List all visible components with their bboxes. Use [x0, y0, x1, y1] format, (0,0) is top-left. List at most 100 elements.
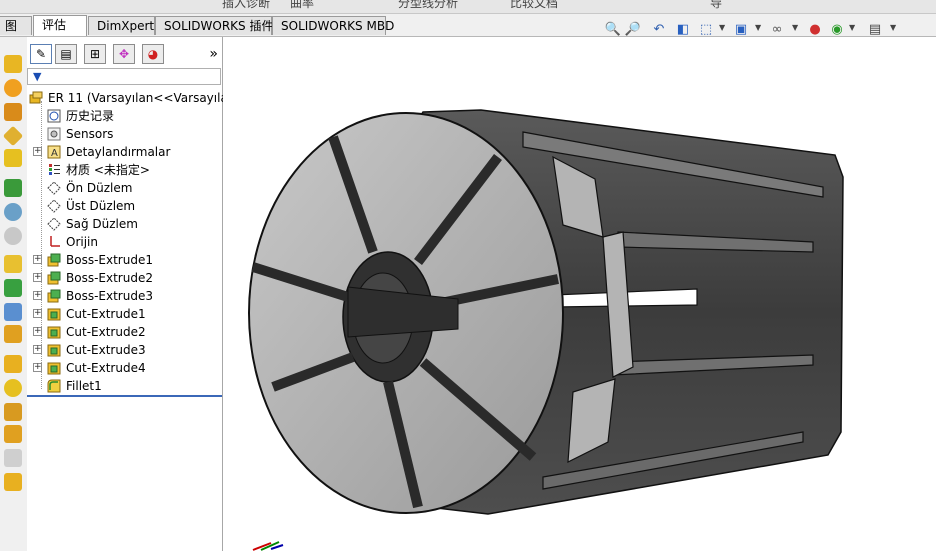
- plane-icon: [46, 198, 62, 214]
- tab-solidworks-addins[interactable]: SOLIDWORKS 插件: [155, 16, 273, 35]
- funnel-icon[interactable]: ▼: [33, 70, 41, 83]
- expand-toggle-icon[interactable]: +: [33, 255, 42, 264]
- tree-item-材质-未指定[interactable]: 材质 <未指定>: [33, 161, 222, 179]
- hide-show-dropdown-icon[interactable]: ▼: [792, 23, 798, 32]
- edit-appearance-icon[interactable]: ●: [806, 20, 824, 38]
- expand-toggle-icon[interactable]: +: [33, 345, 42, 354]
- reference-geometry-tool-icon[interactable]: [4, 425, 22, 443]
- tree-item-label: Boss-Extrude2: [66, 271, 153, 285]
- expand-toggle-icon[interactable]: +: [33, 309, 42, 318]
- previous-view-icon[interactable]: ↶: [650, 20, 668, 38]
- tree-item-label: Ön Düzlem: [66, 181, 133, 195]
- ribbon-command-strip: 插入诊断 曲率 分型线分析 比较文档 导: [0, 0, 936, 14]
- tree-item-sensors[interactable]: Sensors: [33, 125, 222, 143]
- shell-tool-icon[interactable]: [4, 355, 22, 373]
- tree-item-label: 材质 <未指定>: [66, 163, 150, 177]
- expand-toggle-icon[interactable]: +: [33, 327, 42, 336]
- expand-toggle-icon[interactable]: +: [33, 147, 42, 156]
- expand-toggle-icon[interactable]: +: [33, 363, 42, 372]
- tab-evaluate[interactable]: 评估: [33, 15, 87, 36]
- boss-extrude-tool-icon[interactable]: [4, 55, 22, 73]
- cut-extrude-icon: [46, 324, 62, 340]
- tree-item-fillet1[interactable]: Fillet1: [33, 377, 222, 395]
- display-manager-icon[interactable]: ◕: [142, 44, 164, 64]
- collet-3d-model[interactable]: [223, 37, 936, 551]
- tab-dimxpert[interactable]: DimXpert: [88, 16, 155, 35]
- curves-tool-icon[interactable]: [4, 449, 22, 467]
- tree-item-boss-extrude3[interactable]: + Boss-Extrude3: [33, 287, 222, 305]
- left-command-strip: [0, 37, 28, 551]
- expand-toggle-icon[interactable]: +: [33, 273, 42, 282]
- dimxpert-manager-icon[interactable]: ✥: [113, 44, 135, 64]
- ribbon-item-compare-documents[interactable]: 比较文档: [510, 0, 558, 11]
- boss-extrude-icon: [46, 252, 62, 268]
- display-manager-glyph: ◕: [147, 47, 159, 61]
- panel-tabs: ✎ ▤ ⊞ ✥ ◕ »: [27, 40, 222, 66]
- tree-item-label: 历史记录: [66, 109, 115, 123]
- revolve-tool-icon[interactable]: [4, 79, 22, 97]
- tree-item-boss-extrude1[interactable]: + Boss-Extrude1: [33, 251, 222, 269]
- instant3d-tool-icon[interactable]: [4, 473, 22, 491]
- intersect-tool-icon[interactable]: [4, 403, 22, 421]
- history-icon: [46, 108, 62, 124]
- apply-scene-dropdown-icon[interactable]: ▼: [849, 23, 855, 32]
- display-style-icon[interactable]: ▣: [732, 20, 750, 38]
- graphics-viewport[interactable]: [223, 37, 936, 551]
- sweep-tool-icon[interactable]: [4, 103, 22, 121]
- boundary-tool-icon[interactable]: [4, 149, 22, 167]
- loft-tool-icon[interactable]: [2, 125, 24, 147]
- tree-item-label: Üst Düzlem: [66, 199, 136, 213]
- tree-item-cut-extrude2[interactable]: + Cut-Extrude2: [33, 323, 222, 341]
- tree-filter-box[interactable]: ▼: [27, 68, 221, 85]
- view-orientation-dropdown-icon[interactable]: ▼: [719, 23, 725, 32]
- rib-tool-icon[interactable]: [4, 303, 22, 321]
- tab-sketch[interactable]: 图: [0, 16, 32, 35]
- tree-rollback-bar[interactable]: [27, 395, 222, 397]
- tree-item-boss-extrude2[interactable]: + Boss-Extrude2: [33, 269, 222, 287]
- view-settings-icon[interactable]: ▤: [866, 20, 884, 38]
- property-manager-icon[interactable]: ▤: [55, 44, 77, 64]
- display-style-dropdown-icon[interactable]: ▼: [755, 23, 761, 32]
- hole-wizard-tool-icon[interactable]: [4, 227, 22, 245]
- expand-toggle-icon[interactable]: +: [33, 291, 42, 300]
- wrap-tool-icon[interactable]: [4, 379, 22, 397]
- cut-revolve-tool-icon[interactable]: [4, 203, 22, 221]
- view-orientation-icon[interactable]: ⬚: [697, 20, 715, 38]
- tree-item-cut-extrude3[interactable]: + Cut-Extrude3: [33, 341, 222, 359]
- ribbon-item-import[interactable]: 导: [710, 0, 722, 11]
- tree-item-cut-extrude4[interactable]: + Cut-Extrude4: [33, 359, 222, 377]
- tree-root-part[interactable]: ER 11 (Varsayılan<<Varsayılan: [29, 89, 235, 107]
- panel-more-chevron-icon[interactable]: »: [209, 46, 218, 62]
- feature-manager-icon[interactable]: ✎: [30, 44, 52, 64]
- apply-scene-icon[interactable]: ◉: [828, 20, 846, 38]
- section-view-icon[interactable]: ◧: [674, 20, 692, 38]
- tab-solidworks-mbd[interactable]: SOLIDWORKS MBD: [272, 16, 394, 35]
- fillet-tool-icon[interactable]: [4, 255, 22, 273]
- ribbon-item-insert-diagnostics[interactable]: 插入诊断: [222, 0, 270, 11]
- ribbon-item-curvature[interactable]: 曲率: [290, 0, 314, 11]
- tree-item-sağ-düzlem[interactable]: Sağ Düzlem: [33, 215, 222, 233]
- tree-item-label: Detaylandırmalar: [66, 145, 171, 159]
- tree-item-üst-düzlem[interactable]: Üst Düzlem: [33, 197, 222, 215]
- plane-icon: [46, 180, 62, 196]
- cut-extrude-icon: [46, 360, 62, 376]
- svg-text:A: A: [51, 148, 58, 159]
- configuration-manager-icon[interactable]: ⊞: [84, 44, 106, 64]
- hide-show-icon[interactable]: ∞: [768, 20, 786, 38]
- tree-item-detaylandırmalar[interactable]: + A Detaylandırmalar: [33, 143, 222, 161]
- cut-extrude-icon: [46, 342, 62, 358]
- view-settings-dropdown-icon[interactable]: ▼: [890, 23, 896, 32]
- tree-item-ön-düzlem[interactable]: Ön Düzlem: [33, 179, 222, 197]
- draft-tool-icon[interactable]: [4, 325, 22, 343]
- plane-icon: [46, 216, 62, 232]
- tree-item-orijin[interactable]: Orijin: [33, 233, 222, 251]
- ribbon-item-parting-line-analysis[interactable]: 分型线分析: [398, 0, 458, 11]
- tree-item-cut-extrude1[interactable]: + Cut-Extrude1: [33, 305, 222, 323]
- tree-item-历史记录[interactable]: 历史记录: [33, 107, 222, 125]
- zoom-area-icon[interactable]: 🔎: [624, 20, 642, 38]
- zoom-to-fit-icon[interactable]: 🔍: [604, 20, 622, 38]
- linear-pattern-tool-icon[interactable]: [4, 279, 22, 297]
- origin-triad-icon: [252, 541, 284, 551]
- cut-extrude-tool-icon[interactable]: [4, 179, 22, 197]
- material-icon: [46, 162, 62, 178]
